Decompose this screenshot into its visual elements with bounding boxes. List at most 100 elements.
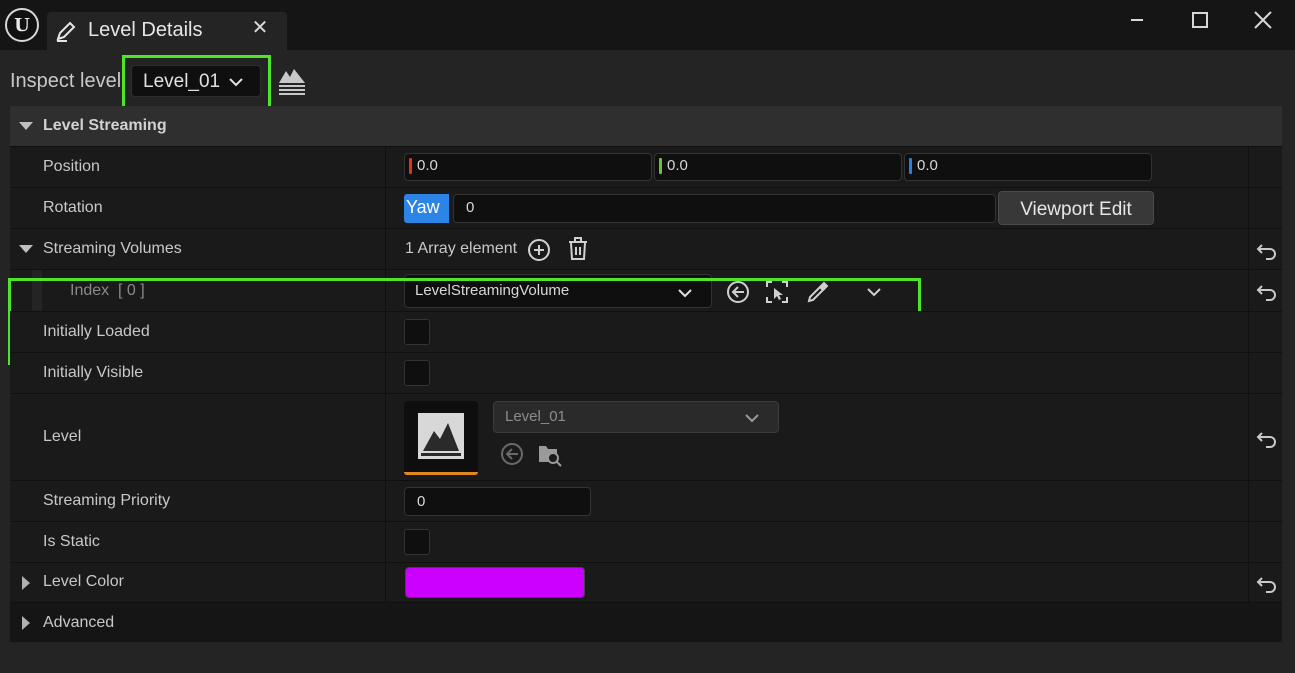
level-asset-value: Level_01 xyxy=(505,408,566,425)
column-divider xyxy=(385,270,386,311)
row-is-static: Is Static xyxy=(10,521,1282,562)
rotation-yaw-value: 0 xyxy=(466,199,475,216)
yaw-label-chip: Yaw xyxy=(404,194,449,223)
inspect-level-label: Inspect level xyxy=(10,70,122,92)
column-divider xyxy=(385,394,386,480)
streaming-volume-dropdown[interactable]: LevelStreamingVolume xyxy=(404,274,712,308)
expand-arrow-icon[interactable] xyxy=(22,616,30,630)
chevron-down-icon xyxy=(678,289,692,298)
expand-chevron-icon[interactable] xyxy=(866,284,882,300)
tab-level-details[interactable]: Level Details ✕ xyxy=(47,12,287,50)
section-level-streaming[interactable]: Level Streaming xyxy=(10,106,1282,146)
position-y-value: 0.0 xyxy=(667,157,688,174)
level-color-label: Level Color xyxy=(43,573,124,590)
unreal-logo-letter: U xyxy=(14,15,30,36)
streaming-priority-value: 0 xyxy=(417,493,426,510)
position-x-field[interactable]: 0.0 xyxy=(404,153,652,181)
eyedropper-picker-icon[interactable] xyxy=(806,280,830,304)
row-index-0: Index [ 0 ] LevelStreamingVolume xyxy=(10,269,1282,312)
details-footer xyxy=(10,642,1282,673)
collapse-arrow-icon[interactable] xyxy=(19,245,33,253)
reset-column-divider xyxy=(1248,394,1249,480)
initially-visible-label: Initially Visible xyxy=(43,364,144,381)
levels-icon[interactable] xyxy=(277,65,307,97)
level-details-panel: Inspect level Level_01 Level Streaming P… xyxy=(0,50,1295,673)
initially-loaded-checkbox[interactable] xyxy=(404,319,430,345)
level-label: Level xyxy=(43,428,82,445)
is-static-label: Is Static xyxy=(43,533,100,550)
column-divider xyxy=(385,353,386,393)
is-static-checkbox[interactable] xyxy=(404,529,430,555)
browse-asset-icon[interactable] xyxy=(537,441,563,467)
use-selected-asset-icon[interactable] xyxy=(500,442,524,466)
add-element-icon[interactable] xyxy=(527,238,551,262)
row-position: Position 0.0 0.0 0.0 xyxy=(10,146,1282,187)
section-title: Level Streaming xyxy=(43,117,167,134)
viewport-edit-button[interactable]: Viewport Edit xyxy=(998,191,1154,225)
yaw-label: Yaw xyxy=(406,197,440,217)
streaming-volumes-label: Streaming Volumes xyxy=(43,240,182,257)
row-level: Level Level_01 xyxy=(10,393,1282,480)
minimize-icon[interactable] xyxy=(1125,8,1149,32)
reset-to-default-icon[interactable] xyxy=(1256,427,1278,449)
tab-title: Level Details xyxy=(88,19,203,41)
position-z-field[interactable]: 0.0 xyxy=(904,153,1152,181)
reset-to-default-icon[interactable] xyxy=(1256,280,1278,302)
row-streaming-volumes[interactable]: Streaming Volumes 1 Array element xyxy=(10,228,1282,269)
reset-column-divider xyxy=(1248,188,1249,228)
column-divider xyxy=(385,147,386,187)
column-divider xyxy=(385,188,386,228)
reset-column-divider xyxy=(1248,229,1249,269)
x-axis-marker xyxy=(409,158,412,174)
reset-to-default-icon[interactable] xyxy=(1256,572,1278,594)
reset-column-divider xyxy=(1248,353,1249,393)
row-streaming-priority: Streaming Priority 0 xyxy=(10,480,1282,521)
column-divider xyxy=(385,522,386,562)
position-label: Position xyxy=(43,158,100,175)
z-axis-marker xyxy=(909,158,912,174)
use-selected-asset-icon[interactable] xyxy=(726,280,750,304)
tab-close-icon[interactable]: ✕ xyxy=(250,18,270,38)
reset-column-divider xyxy=(1248,481,1249,521)
position-x-value: 0.0 xyxy=(417,157,438,174)
row-rotation: Rotation Yaw 0 Viewport Edit xyxy=(10,187,1282,228)
column-divider xyxy=(385,312,386,352)
initially-loaded-label: Initially Loaded xyxy=(43,323,150,340)
trash-icon[interactable] xyxy=(567,237,589,261)
select-in-viewport-icon[interactable] xyxy=(765,280,789,304)
level-asset-dropdown[interactable]: Level_01 xyxy=(493,401,779,433)
streaming-volume-value: LevelStreamingVolume xyxy=(415,282,570,299)
position-z-value: 0.0 xyxy=(917,157,938,174)
chevron-down-icon xyxy=(229,78,243,87)
initially-visible-checkbox[interactable] xyxy=(404,360,430,386)
level-color-swatch[interactable] xyxy=(405,567,585,598)
edit-pencil-icon xyxy=(56,21,76,42)
inspect-level-value: Level_01 xyxy=(143,71,221,92)
expand-arrow-icon[interactable] xyxy=(22,576,30,590)
level-asset-icon xyxy=(418,413,464,459)
streaming-priority-field[interactable]: 0 xyxy=(404,487,591,516)
maximize-icon[interactable] xyxy=(1188,8,1212,32)
reset-column-divider xyxy=(1248,563,1249,602)
column-divider xyxy=(385,563,386,602)
advanced-label: Advanced xyxy=(43,614,115,631)
reset-column-divider xyxy=(1248,270,1249,311)
reset-column-divider xyxy=(1248,147,1249,187)
viewport-edit-label: Viewport Edit xyxy=(1020,199,1132,220)
reset-column-divider xyxy=(1248,312,1249,352)
level-thumbnail[interactable] xyxy=(404,401,478,475)
inspect-level-dropdown[interactable]: Level_01 xyxy=(131,65,261,97)
rotation-yaw-field[interactable]: 0 xyxy=(453,194,996,223)
row-level-color[interactable]: Level Color xyxy=(10,562,1282,602)
index-label-prefix: Index xyxy=(70,282,110,299)
details-view: Level Streaming Position 0.0 0.0 0.0 Rot… xyxy=(8,106,1282,673)
column-divider xyxy=(385,229,386,269)
position-y-field[interactable]: 0.0 xyxy=(654,153,902,181)
streaming-priority-label: Streaming Priority xyxy=(43,492,171,509)
close-window-icon[interactable] xyxy=(1251,8,1275,32)
reset-to-default-icon[interactable] xyxy=(1256,239,1278,261)
reset-column-divider xyxy=(1248,522,1249,562)
row-advanced[interactable]: Advanced xyxy=(10,602,1282,642)
indent-guide xyxy=(32,270,42,312)
row-initially-loaded: Initially Loaded xyxy=(10,311,1282,352)
